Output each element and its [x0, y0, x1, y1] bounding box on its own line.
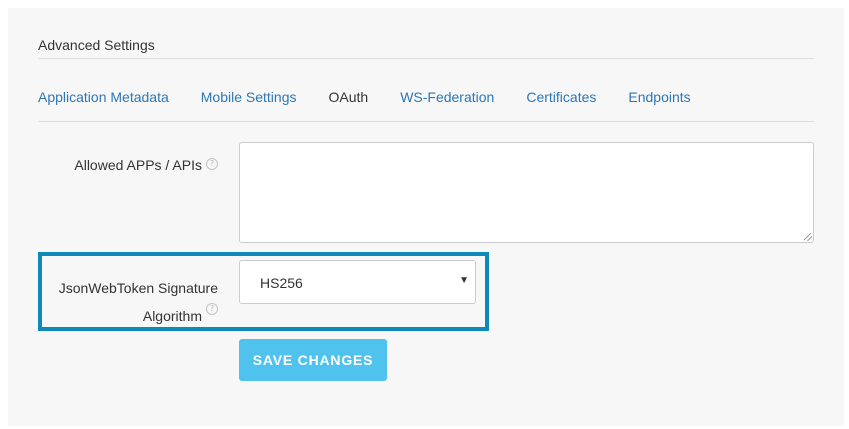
select-value: HS256	[260, 275, 303, 291]
jwt-label-line2-wrap: Algorithm?	[46, 302, 218, 330]
question-circle-icon[interactable]: ?	[206, 303, 218, 315]
allowed-apps-label: Allowed APPs / APIs?	[48, 157, 218, 173]
save-changes-button[interactable]: SAVE CHANGES	[239, 339, 387, 381]
tab-mobile-settings[interactable]: Mobile Settings	[201, 88, 297, 121]
section-title: Advanced Settings	[38, 37, 155, 53]
caret-down-icon: ▼	[459, 275, 469, 286]
jwt-algorithm-label: JsonWebToken Signature Algorithm?	[46, 274, 218, 330]
tab-endpoints[interactable]: Endpoints	[628, 88, 690, 121]
resize-handle-icon[interactable]	[804, 233, 812, 241]
jwt-label-line2: Algorithm	[142, 308, 202, 324]
section-divider	[38, 58, 814, 59]
jwt-algorithm-select[interactable]: HS256 ▼	[239, 260, 476, 304]
tab-oauth[interactable]: OAuth	[328, 88, 369, 122]
allowed-apps-label-text: Allowed APPs / APIs	[74, 157, 202, 173]
jwt-label-line1: JsonWebToken Signature	[58, 280, 218, 296]
advanced-settings-panel: Advanced Settings Application Metadata M…	[8, 8, 844, 426]
tab-application-metadata[interactable]: Application Metadata	[38, 88, 169, 121]
allowed-apps-textarea[interactable]	[239, 142, 814, 243]
tab-certificates[interactable]: Certificates	[526, 88, 596, 121]
tabs-divider	[38, 121, 814, 122]
tab-ws-federation[interactable]: WS-Federation	[400, 88, 494, 121]
question-circle-icon[interactable]: ?	[206, 158, 218, 170]
settings-tabs: Application Metadata Mobile Settings OAu…	[38, 88, 723, 122]
